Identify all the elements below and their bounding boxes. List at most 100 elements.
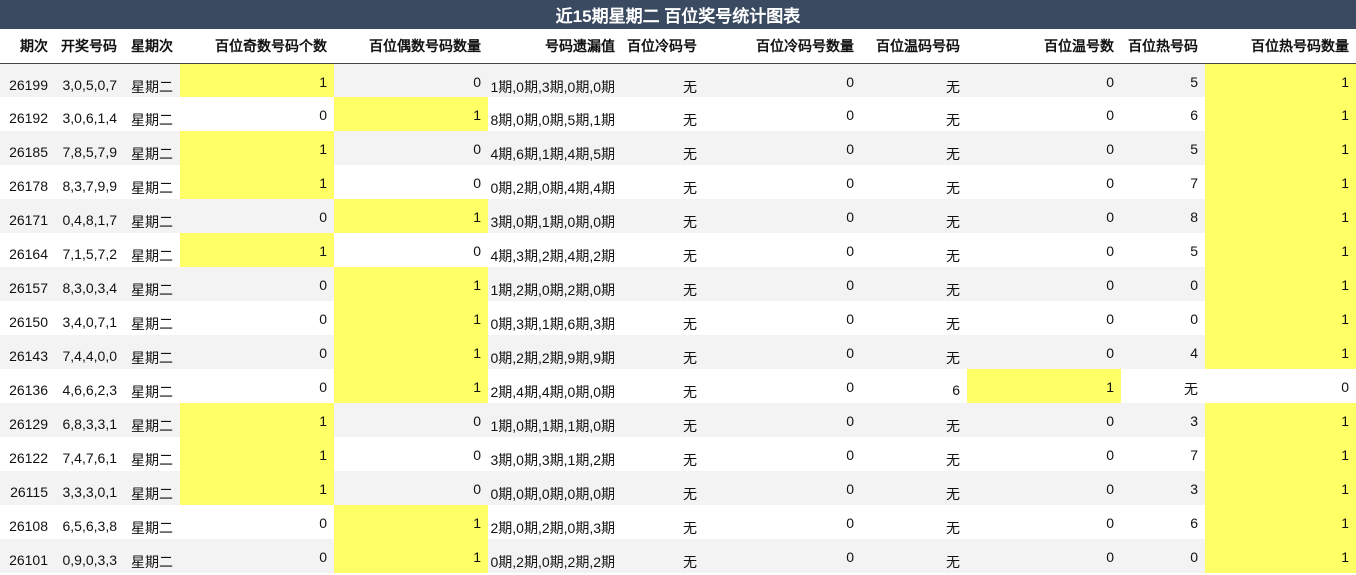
odd-count-cell: 0 [180,301,334,335]
column-header[interactable]: 星期次 [124,29,180,64]
numbers-cell: 0,4,8,1,7 [55,199,124,233]
cold-number-cell: 无 [622,403,704,437]
cold-count-cell: 0 [704,63,861,97]
warm-number-cell: 无 [861,131,967,165]
weekday-cell: 星期二 [124,267,180,301]
table-body: 26199 3,0,5,0,7 星期二 1 0 1期,0期,3期,0期,0期无 0 无 0 5 1 2… [0,63,1356,573]
table-row: 26136 4,6,6,2,3 星期二 0 1 2期,4期,4期,0期,0期无 0 6 1 无 0 [0,369,1356,403]
warm-count-cell: 0 [967,233,1121,267]
hot-count-cell: 1 [1205,403,1356,437]
warm-count-cell: 0 [967,437,1121,471]
numbers-cell: 7,1,5,7,2 [55,233,124,267]
table-row: 26199 3,0,5,0,7 星期二 1 0 1期,0期,3期,0期,0期无 0 无 0 5 1 [0,63,1356,97]
omission-cell: 8期,0期,0期,5期,1期 [488,97,622,131]
numbers-cell: 6,8,3,3,1 [55,403,124,437]
even-count-cell: 0 [334,437,488,471]
issue-cell: 26129 [0,403,55,437]
hot-count-cell: 1 [1205,233,1356,267]
cold-number-cell: 无 [622,199,704,233]
warm-count-cell: 0 [967,539,1121,573]
cold-number-cell: 无 [622,267,704,301]
odd-count-cell: 1 [180,437,334,471]
stats-table: 期次 开奖号码 星期次 百位奇数号码个数 百位偶数号码数量 号码遗漏值 百位冷码号 百位冷码号… [0,29,1356,573]
cold-number-cell: 无 [622,233,704,267]
hot-number-cell: 8 [1121,199,1205,233]
warm-number-cell: 无 [861,63,967,97]
even-count-cell: 1 [334,301,488,335]
warm-number-cell: 无 [861,165,967,199]
hot-count-cell: 1 [1205,199,1356,233]
cold-number-cell: 无 [622,131,704,165]
numbers-cell: 3,0,6,1,4 [55,97,124,131]
omission-cell: 0期,0期,0期,0期,0期 [488,471,622,505]
weekday-cell: 星期二 [124,403,180,437]
warm-count-cell: 0 [967,131,1121,165]
hot-count-cell: 1 [1205,505,1356,539]
column-header[interactable]: 号码遗漏值 [488,29,622,64]
cold-count-cell: 0 [704,403,861,437]
column-header[interactable]: 百位冷码号 [622,29,704,64]
numbers-cell: 3,4,0,7,1 [55,301,124,335]
column-header[interactable]: 百位偶数号码数量 [334,29,488,64]
numbers-cell: 8,3,0,3,4 [55,267,124,301]
odd-count-cell: 0 [180,505,334,539]
cold-number-cell: 无 [622,369,704,403]
odd-count-cell: 1 [180,131,334,165]
weekday-cell: 星期二 [124,505,180,539]
hot-count-cell: 1 [1205,471,1356,505]
even-count-cell: 0 [334,165,488,199]
hot-count-cell: 1 [1205,437,1356,471]
column-header[interactable]: 百位温号数 [967,29,1121,64]
header-row: 期次 开奖号码 星期次 百位奇数号码个数 百位偶数号码数量 号码遗漏值 百位冷码号 百位冷码号… [0,29,1356,64]
cold-count-cell: 0 [704,335,861,369]
cold-number-cell: 无 [622,471,704,505]
numbers-cell: 3,0,5,0,7 [55,63,124,97]
warm-count-cell: 0 [967,403,1121,437]
table-row: 26143 7,4,4,0,0 星期二 0 1 0期,2期,2期,9期,9期无 0 无 0 4 1 [0,335,1356,369]
issue-cell: 26178 [0,165,55,199]
numbers-cell: 0,9,0,3,3 [55,539,124,573]
hot-number-cell: 3 [1121,471,1205,505]
omission-cell: 4期,6期,1期,4期,5期 [488,131,622,165]
column-header[interactable]: 开奖号码 [55,29,124,64]
warm-count-cell: 0 [967,505,1121,539]
table-row: 26129 6,8,3,3,1 星期二 1 0 1期,0期,1期,1期,0期无 0 无 0 3 1 [0,403,1356,437]
cold-count-cell: 0 [704,369,861,403]
column-header[interactable]: 百位热号码数量 [1205,29,1356,64]
hot-count-cell: 1 [1205,539,1356,573]
odd-count-cell: 1 [180,471,334,505]
hot-count-cell: 1 [1205,97,1356,131]
hot-count-cell: 1 [1205,335,1356,369]
issue-cell: 26199 [0,63,55,97]
table-row: 26122 7,4,7,6,1 星期二 1 0 3期,0期,3期,1期,2期无 0 无 0 7 1 [0,437,1356,471]
warm-number-cell: 无 [861,505,967,539]
weekday-cell: 星期二 [124,63,180,97]
hot-number-cell: 6 [1121,505,1205,539]
even-count-cell: 0 [334,63,488,97]
issue-cell: 26185 [0,131,55,165]
weekday-cell: 星期二 [124,165,180,199]
weekday-cell: 星期二 [124,335,180,369]
column-header[interactable]: 百位冷码号数量 [704,29,861,64]
table-row: 26171 0,4,8,1,7 星期二 0 1 3期,0期,1期,0期,0期无 0 无 0 8 1 [0,199,1356,233]
hot-number-cell: 3 [1121,403,1205,437]
even-count-cell: 1 [334,369,488,403]
even-count-cell: 0 [334,471,488,505]
omission-cell: 3期,0期,3期,1期,2期 [488,437,622,471]
issue-cell: 26192 [0,97,55,131]
omission-cell: 1期,2期,0期,2期,0期 [488,267,622,301]
column-header[interactable]: 百位温码号码 [861,29,967,64]
column-header[interactable]: 百位奇数号码个数 [180,29,334,64]
warm-number-cell: 无 [861,267,967,301]
issue-cell: 26136 [0,369,55,403]
warm-number-cell: 无 [861,471,967,505]
odd-count-cell: 1 [180,165,334,199]
numbers-cell: 7,4,7,6,1 [55,437,124,471]
issue-cell: 26171 [0,199,55,233]
column-header[interactable]: 百位热号码 [1121,29,1205,64]
issue-cell: 26108 [0,505,55,539]
even-count-cell: 1 [334,97,488,131]
column-header[interactable]: 期次 [0,29,55,64]
weekday-cell: 星期二 [124,539,180,573]
hot-number-cell: 无 [1121,369,1205,403]
